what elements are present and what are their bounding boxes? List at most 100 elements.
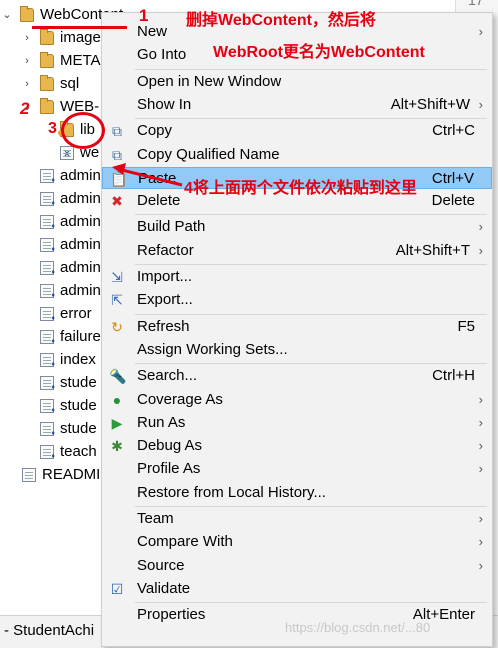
tree-item-label: teach <box>60 443 97 460</box>
expand-icon[interactable]: › <box>20 27 34 49</box>
menu-item-label: Team <box>137 510 174 527</box>
tree-item-label: admin <box>60 259 101 276</box>
menu-item-label: Profile As <box>137 460 201 478</box>
jsp-file-icon: ♦ <box>40 261 55 276</box>
menu-item-label: Copy <box>137 122 173 140</box>
copy-icon: ⧉ <box>112 123 122 140</box>
menu-item-label: Debug As <box>137 437 203 455</box>
bottom-bar-label: - StudentAchi <box>4 622 95 639</box>
menu-separator <box>135 118 487 120</box>
folder-icon <box>40 29 54 45</box>
menu-item-label: Compare With <box>137 533 233 551</box>
menu-item-label: Restore from Local History... <box>137 483 326 501</box>
menu-item-import[interactable]: ⇲ Import... <box>102 266 492 288</box>
menu-item-label: Search... <box>137 367 198 385</box>
menu-item-shortcut: Alt+Shift+W <box>390 95 470 113</box>
menu-item-label: Import... <box>137 268 193 285</box>
tree-item-label: admin <box>60 236 101 253</box>
export-icon: ⇱ <box>111 292 123 309</box>
submenu-arrow-icon: › <box>478 219 483 235</box>
menu-item-validate[interactable]: ☑ Validate <box>102 578 492 600</box>
annotation-instruction-1: 删掉WebContent，然后将 <box>186 12 376 29</box>
tree-item-label: admin <box>60 282 101 299</box>
folder-icon <box>40 75 54 91</box>
menu-item-copy-qualified-name[interactable]: ⧉ Copy Qualified Name <box>102 144 492 166</box>
menu-item-refactor[interactable]: Refactor Alt+Shift+T › <box>102 240 492 262</box>
menu-item-copy[interactable]: ⧉ Copy Ctrl+C <box>102 120 492 142</box>
menu-item-show-in[interactable]: Show In Alt+Shift+W › <box>102 94 492 116</box>
menu-item-label: Go Into <box>137 46 187 64</box>
context-menu: New › Go Into Open in New Window Show In Alt+… <box>101 12 493 647</box>
jsp-file-icon: ♦ <box>40 238 55 253</box>
menu-item-shortcut: Ctrl+V <box>431 169 474 187</box>
submenu-arrow-icon: › <box>478 511 483 526</box>
menu-item-label: Open in New Window <box>137 72 282 90</box>
menu-item-refresh[interactable]: ↻ Refresh F5 <box>102 316 492 338</box>
menu-item-shortcut: Alt+Shift+T <box>395 241 470 259</box>
xml-file-icon: x <box>60 146 74 160</box>
tree-item-label: error <box>60 305 92 322</box>
menu-item-label: Run As <box>137 413 186 431</box>
expand-icon[interactable]: › <box>20 73 34 95</box>
submenu-arrow-icon: › <box>478 438 483 454</box>
menu-item-shortcut: Ctrl+H <box>432 367 475 385</box>
run-icon: ▶ <box>111 414 123 431</box>
annotation-circle <box>61 112 105 149</box>
debug-icon: ✱ <box>111 438 123 455</box>
menu-item-run-as[interactable]: ▶ Run As › <box>102 412 492 434</box>
menu-item-profile-as[interactable]: Profile As › <box>102 458 492 480</box>
jsp-file-icon: ♦ <box>40 284 55 299</box>
tree-item-label: sql <box>60 75 80 92</box>
folder-icon <box>40 98 54 114</box>
refresh-icon: ↻ <box>111 318 123 335</box>
folder-icon <box>20 6 34 22</box>
expand-icon[interactable]: › <box>20 50 34 72</box>
search-icon: 🔦 <box>109 368 127 385</box>
jsp-file-icon: ♦ <box>40 330 55 345</box>
import-icon: ⇲ <box>111 269 123 285</box>
menu-item-label: Coverage As <box>137 390 223 408</box>
collapse-icon[interactable]: ⌄ <box>0 4 14 26</box>
menu-separator <box>135 602 487 604</box>
menu-item-restore-from-local-history[interactable]: Restore from Local History... <box>102 482 492 504</box>
menu-item-debug-as[interactable]: ✱ Debug As › <box>102 435 492 457</box>
menu-item-shortcut: Ctrl+C <box>432 122 475 140</box>
jsp-file-icon: ♦ <box>40 399 55 414</box>
menu-item-open-in-new-window[interactable]: Open in New Window <box>102 71 492 93</box>
delete-icon: ✖ <box>111 193 123 210</box>
menu-item-shortcut: Delete <box>431 192 475 210</box>
jsp-file-icon: ♦ <box>40 376 55 391</box>
tree-item-label: failure <box>60 328 101 345</box>
submenu-arrow-icon: › <box>478 24 483 39</box>
menu-item-label: Build Path <box>137 218 206 236</box>
annotation-instruction-4: 4将上面两个文件依次粘贴到这里 <box>184 180 417 197</box>
menu-item-label: Export... <box>137 291 193 309</box>
tree-item-label: stude <box>60 374 97 391</box>
jsp-file-icon: ♦ <box>40 307 55 322</box>
annotation-underline <box>32 26 127 29</box>
menu-item-compare-with[interactable]: Compare With › <box>102 531 492 553</box>
jsp-file-icon: ♦ <box>40 169 55 184</box>
menu-item-team[interactable]: Team › <box>102 508 492 530</box>
menu-item-build-path[interactable]: Build Path › <box>102 216 492 238</box>
submenu-arrow-icon: › <box>478 96 483 112</box>
menu-item-label: Source <box>137 556 185 574</box>
menu-separator <box>135 264 487 265</box>
tree-item-label: META <box>60 52 101 69</box>
menu-separator <box>135 506 487 507</box>
menu-item-source[interactable]: Source › <box>102 555 492 577</box>
menu-item-search[interactable]: 🔦 Search... Ctrl+H <box>102 365 492 387</box>
annotation-step-1: 1 <box>139 6 149 25</box>
tree-item-label: admin <box>60 167 101 184</box>
coverage-icon: ● <box>112 391 122 408</box>
paste-icon: 📋 <box>110 170 128 187</box>
menu-item-assign-working-sets[interactable]: Assign Working Sets... <box>102 339 492 361</box>
menu-separator <box>135 214 487 216</box>
tree-item-label: stude <box>60 420 97 437</box>
menu-item-export[interactable]: ⇱ Export... <box>102 289 492 311</box>
menu-item-label: Show In <box>137 95 192 113</box>
menu-item-label: Assign Working Sets... <box>137 340 288 358</box>
tree-item-label: admin <box>60 190 101 207</box>
jsp-file-icon: ♦ <box>40 445 55 460</box>
menu-item-coverage-as[interactable]: ● Coverage As › <box>102 389 492 411</box>
